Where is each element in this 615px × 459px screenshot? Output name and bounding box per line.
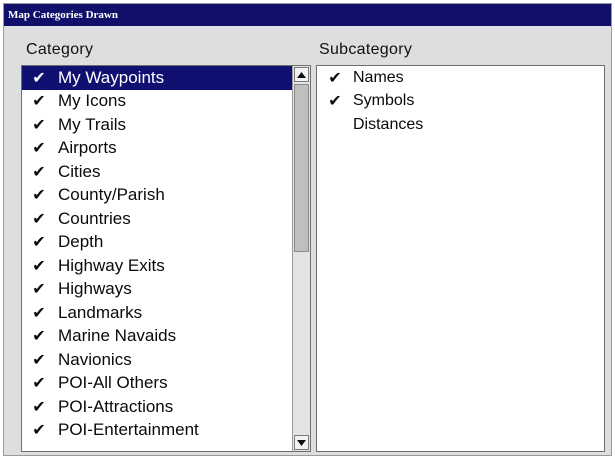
checkmark-icon: ✔ — [32, 398, 46, 416]
checkmark-icon: ✔ — [32, 422, 46, 440]
category-item-depth[interactable]: ✔ Depth — [22, 231, 292, 255]
category-item-airports[interactable]: ✔ Airports — [22, 137, 292, 161]
arrow-down-icon — [297, 439, 306, 446]
map-categories-dialog: Map Categories Drawn Category Subcategor… — [3, 3, 612, 456]
category-items: ✔ My Waypoints ✔ My Icons ✔ My Trails ✔ Airp… — [22, 66, 292, 442]
category-item-label: Marine Navaids — [58, 326, 177, 346]
category-item-poi-all-others[interactable]: ✔ POI-All Others — [22, 372, 292, 396]
category-item-label: Depth — [58, 232, 104, 252]
checkmark-icon: ✔ — [32, 69, 46, 87]
checkmark-icon: ✔ — [32, 234, 46, 252]
checkmark-icon: ✔ — [32, 351, 46, 369]
checkmark-icon: ✔ — [32, 187, 46, 205]
category-item-label: My Trails — [58, 114, 126, 134]
category-item-label: Landmarks — [58, 302, 143, 322]
category-heading: Category — [26, 41, 94, 58]
checkmark-icon: ✔ — [32, 328, 46, 346]
category-item-label: My Icons — [58, 91, 127, 111]
checkmark-icon: ✔ — [32, 140, 46, 158]
category-item-cities[interactable]: ✔ Cities — [22, 160, 292, 184]
category-item-my-waypoints[interactable]: ✔ My Waypoints — [22, 66, 292, 90]
subcategory-item-distances[interactable]: Distances — [317, 113, 604, 137]
scroll-thumb[interactable] — [294, 84, 309, 252]
category-item-my-trails[interactable]: ✔ My Trails — [22, 113, 292, 137]
checkmark-icon: ✔ — [32, 163, 46, 181]
scroll-up-button[interactable] — [294, 67, 309, 82]
checkmark-icon: ✔ — [32, 375, 46, 393]
checkmark-icon: ✔ — [328, 93, 342, 111]
category-item-landmarks[interactable]: ✔ Landmarks — [22, 301, 292, 325]
category-item-county-parish[interactable]: ✔ County/Parish — [22, 184, 292, 208]
category-item-label: POI-Attractions — [58, 396, 174, 416]
arrow-up-icon — [297, 71, 306, 78]
dialog-title: Map Categories Drawn — [4, 4, 611, 26]
checkmark-icon: ✔ — [32, 93, 46, 111]
category-item-navionics[interactable]: ✔ Navionics — [22, 348, 292, 372]
category-item-label: County/Parish — [58, 185, 165, 205]
category-scrollbar[interactable] — [292, 66, 310, 451]
category-item-label: My Waypoints — [58, 67, 165, 87]
subcategory-item-names[interactable]: ✔ Names — [317, 66, 604, 90]
checkmark-icon: ✔ — [32, 257, 46, 275]
subcategory-list[interactable]: ✔ Names ✔ Symbols Distances — [316, 65, 605, 452]
category-item-highway-exits[interactable]: ✔ Highway Exits — [22, 254, 292, 278]
category-item-label: POI-Entertainment — [58, 420, 199, 440]
scroll-down-button[interactable] — [294, 435, 309, 450]
category-item-label: Navionics — [58, 349, 132, 369]
category-list[interactable]: ✔ My Waypoints ✔ My Icons ✔ My Trails ✔ Airp… — [21, 65, 311, 452]
checkmark-icon: ✔ — [32, 281, 46, 299]
category-item-label: Highway Exits — [58, 255, 165, 275]
checkmark-icon: ✔ — [328, 69, 342, 87]
category-item-label: Countries — [58, 208, 131, 228]
category-item-highways[interactable]: ✔ Highways — [22, 278, 292, 302]
category-item-label: Cities — [58, 161, 101, 181]
category-item-label: Highways — [58, 279, 132, 299]
checkmark-icon: ✔ — [32, 210, 46, 228]
category-item-marine-navaids[interactable]: ✔ Marine Navaids — [22, 325, 292, 349]
subcategory-item-symbols[interactable]: ✔ Symbols — [317, 90, 604, 114]
category-item-poi-entertainment[interactable]: ✔ POI-Entertainment — [22, 419, 292, 443]
checkmark-icon: ✔ — [32, 116, 46, 134]
category-item-countries[interactable]: ✔ Countries — [22, 207, 292, 231]
category-item-label: POI-All Others — [58, 373, 168, 393]
category-item-label: Airports — [58, 138, 117, 158]
subcategory-items: ✔ Names ✔ Symbols Distances — [317, 66, 604, 137]
checkmark-icon: ✔ — [32, 304, 46, 322]
category-item-poi-attractions[interactable]: ✔ POI-Attractions — [22, 395, 292, 419]
subcategory-heading: Subcategory — [319, 41, 413, 58]
subcategory-item-label: Symbols — [353, 92, 415, 110]
subcategory-item-label: Distances — [353, 115, 424, 133]
subcategory-item-label: Names — [353, 68, 404, 86]
category-item-my-icons[interactable]: ✔ My Icons — [22, 90, 292, 114]
